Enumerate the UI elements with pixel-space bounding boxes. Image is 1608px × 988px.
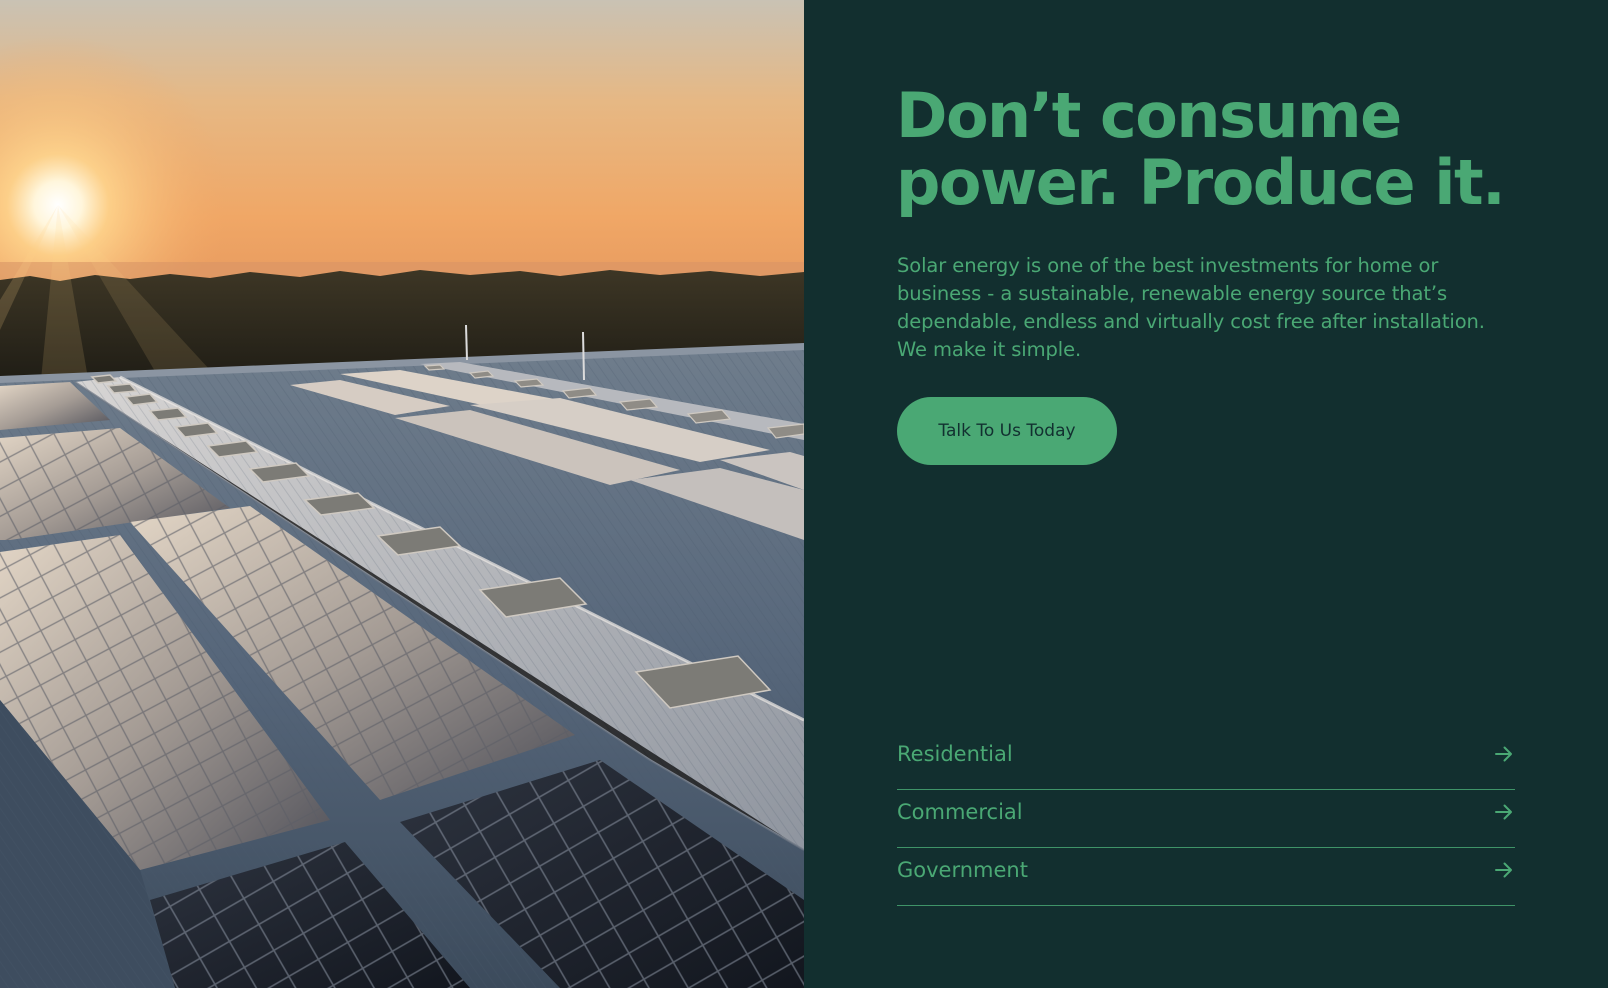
arrow-right-icon xyxy=(1495,862,1512,878)
solar-rooftop-photo xyxy=(0,0,804,988)
sector-link-label: Government xyxy=(897,858,1028,882)
content-panel: Don’t consume power. Produce it. Solar e… xyxy=(804,0,1608,988)
sector-link-residential[interactable]: Residential xyxy=(897,733,1515,790)
sector-links: Residential Commercial Government xyxy=(897,733,1515,907)
page-headline: Don’t consume power. Produce it. xyxy=(896,82,1536,216)
headline-line-1: Don’t consume xyxy=(896,79,1402,152)
sector-link-government[interactable]: Government xyxy=(897,849,1515,906)
arrow-right-icon xyxy=(1495,746,1512,762)
solar-rooftop-image xyxy=(0,0,804,988)
headline-line-2: power. Produce it. xyxy=(896,146,1506,219)
sector-link-label: Residential xyxy=(897,742,1013,766)
intro-paragraph: Solar energy is one of the best investme… xyxy=(897,254,1485,361)
talk-to-us-button[interactable]: Talk To Us Today xyxy=(897,397,1117,465)
sector-link-commercial[interactable]: Commercial xyxy=(897,791,1515,848)
sector-link-label: Commercial xyxy=(897,800,1023,824)
arrow-right-icon xyxy=(1495,804,1512,820)
page: Don’t consume power. Produce it. Solar e… xyxy=(0,0,1608,988)
